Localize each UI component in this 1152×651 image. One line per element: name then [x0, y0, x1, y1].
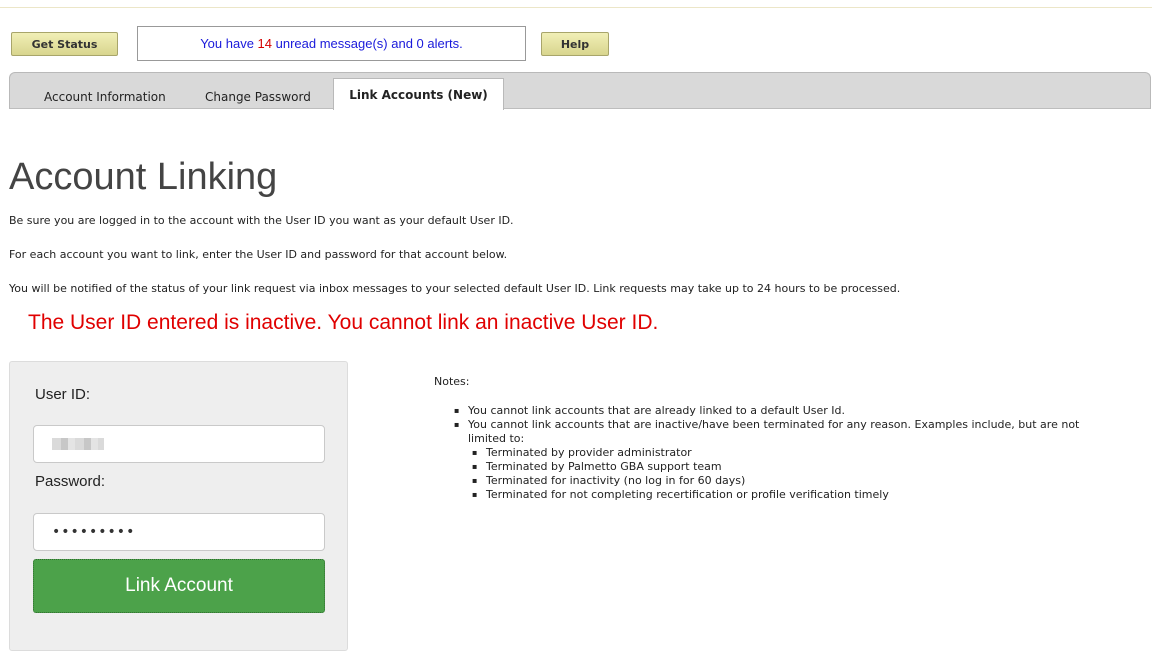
note-subitem: Terminated by provider administrator [472, 446, 1114, 460]
message-suffix: unread message(s) and 0 alerts. [272, 36, 463, 51]
notes-list: You cannot link accounts that are alread… [454, 404, 1114, 502]
top-divider [0, 7, 1152, 8]
password-label: Password: [35, 473, 106, 490]
get-status-button[interactable]: Get Status [11, 32, 118, 56]
unread-count: 14 [257, 36, 273, 51]
notes-title: Notes: [434, 375, 470, 388]
note-subitem: Terminated by Palmetto GBA support team [472, 460, 1114, 474]
password-input[interactable]: ••••••••• [33, 513, 325, 551]
link-account-button[interactable]: Link Account [33, 559, 325, 613]
tab-bar [9, 72, 1151, 109]
tab-link-accounts[interactable]: Link Accounts (New) [333, 78, 504, 110]
note-item: You cannot link accounts that are inacti… [454, 418, 1114, 446]
help-button[interactable]: Help [541, 32, 609, 56]
message-status-box: You have 14 unread message(s) and 0 aler… [137, 26, 526, 61]
tab-change-password[interactable]: Change Password [205, 84, 311, 109]
instruction-paragraph: For each account you want to link, enter… [9, 248, 508, 261]
message-prefix: You have [200, 36, 258, 51]
user-id-input[interactable] [33, 425, 325, 463]
instruction-paragraph: You will be notified of the status of yo… [9, 282, 901, 295]
redacted-user-id [52, 438, 104, 450]
tab-account-information[interactable]: Account Information [44, 84, 166, 109]
instruction-paragraph: Be sure you are logged in to the account… [9, 214, 514, 227]
note-item: You cannot link accounts that are alread… [454, 404, 1114, 418]
note-subitem: Terminated for inactivity (no log in for… [472, 474, 1114, 488]
note-subitem: Terminated for not completing recertific… [472, 488, 1114, 502]
error-message: The User ID entered is inactive. You can… [28, 311, 659, 334]
page-title: Account Linking [9, 156, 278, 198]
user-id-label: User ID: [35, 386, 91, 403]
